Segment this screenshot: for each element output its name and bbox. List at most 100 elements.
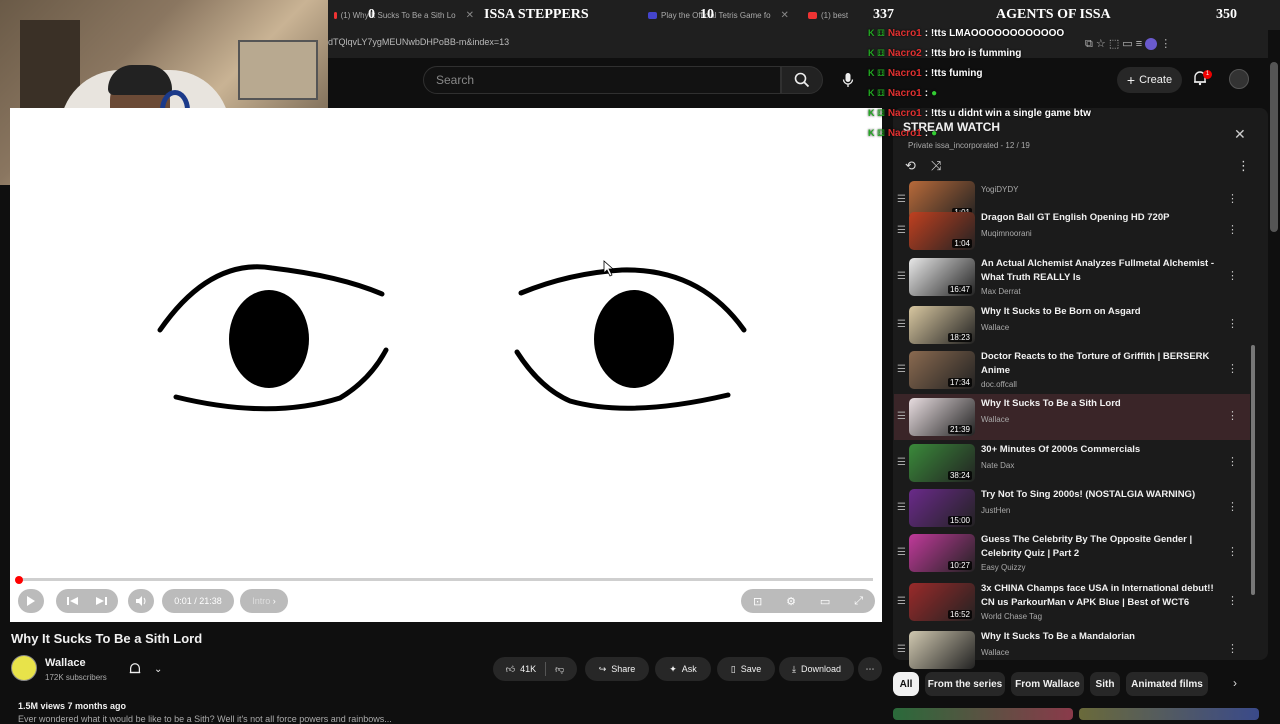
video-thumbnail[interactable]: 38:24 (909, 444, 975, 482)
drag-handle-icon[interactable]: ☰ (897, 457, 906, 468)
more-vert-icon[interactable]: ⋮ (1227, 362, 1238, 375)
playlist-menu-icon[interactable]: ⋮ (1237, 158, 1250, 174)
more-vert-icon[interactable]: ⋮ (1227, 545, 1238, 558)
playlist-item[interactable]: ☰ 15:00 Try Not To Sing 2000s! (NOSTALGIA … (894, 485, 1250, 531)
recommendation-thumb[interactable] (1079, 708, 1259, 720)
settings-gear-icon[interactable]: ⚙ (786, 595, 796, 608)
drag-handle-icon[interactable]: ☰ (897, 596, 906, 607)
more-vert-icon[interactable]: ⋮ (1227, 223, 1238, 236)
play-button[interactable] (18, 589, 44, 613)
recommendation-thumb[interactable] (893, 708, 1073, 720)
playlist-item[interactable]: ☰ 18:23 Why It Sucks to Be Born on Asgard W… (894, 302, 1250, 348)
subscribed-bell-button[interactable]: ⌄ (128, 657, 178, 681)
video-thumbnail[interactable] (909, 631, 975, 669)
search-button[interactable] (781, 66, 823, 94)
channel-avatar[interactable] (11, 655, 37, 681)
player-right-controls[interactable]: ⊡ ⚙ ▭ ⤢ (741, 589, 875, 613)
chat-username: Nacro2 (887, 48, 922, 59)
video-player[interactable] (10, 108, 882, 622)
chat-text: : !tts LMAOOOOOOOOOOOO (924, 28, 1065, 39)
fullscreen-icon[interactable]: ⤢ (854, 595, 863, 608)
tab-tetris[interactable]: Play the Official Tetris Game fo ✕ (648, 4, 793, 26)
drag-handle-icon[interactable]: ☰ (897, 547, 906, 558)
playlist-item[interactable]: ☰ 16:52 3x CHINA Champs face USA in Intern… (894, 579, 1250, 625)
theater-mode-icon[interactable]: ▭ (820, 595, 830, 608)
playlist-item-channel: Max Derrat (981, 287, 1021, 296)
playlist-item[interactable]: ☰ 16:47 An Actual Alchemist Analyzes Fullm… (894, 254, 1250, 300)
video-thumbnail[interactable]: 1:04 (909, 212, 975, 250)
chevron-right-icon[interactable]: › (1233, 676, 1237, 690)
video-thumbnail[interactable]: 15:00 (909, 489, 975, 527)
more-vert-icon[interactable]: ⋮ (1227, 500, 1238, 513)
playlist-item-channel: doc.offcall (981, 380, 1017, 389)
drag-handle-icon[interactable]: ☰ (897, 411, 906, 422)
close-icon[interactable]: ✕ (781, 10, 789, 21)
volume-button[interactable] (128, 589, 154, 613)
close-icon[interactable]: ✕ (466, 10, 474, 21)
tab-best[interactable]: (1) best (808, 4, 868, 26)
chip[interactable]: Sith (1090, 672, 1120, 696)
more-vert-icon[interactable]: ⋮ (1227, 409, 1238, 422)
chapter-button[interactable]: Intro › (240, 589, 288, 613)
download-button[interactable]: ⤓ Download (779, 657, 854, 681)
drag-handle-icon[interactable]: ☰ (897, 502, 906, 513)
chip[interactable]: Animated films (1126, 672, 1208, 696)
video-thumbnail[interactable]: 18:23 (909, 306, 975, 344)
playlist-item[interactable]: ☰ 17:34 Doctor Reacts to the Torture of Gr… (894, 347, 1250, 393)
video-thumbnail[interactable]: 21:39 (909, 398, 975, 436)
drag-handle-icon[interactable]: ☰ (897, 319, 906, 330)
chip[interactable]: All (893, 672, 919, 696)
more-vert-icon[interactable]: ⋮ (1227, 269, 1238, 282)
progress-bar[interactable] (18, 578, 873, 581)
drag-handle-icon[interactable]: ☰ (897, 364, 906, 375)
chip[interactable]: From the series (925, 672, 1005, 696)
playlist-item-title: Why It Sucks to Be Born on Asgard (981, 306, 1141, 317)
drag-handle-icon[interactable]: ☰ (897, 644, 906, 655)
chat-username: Nacro1 (887, 128, 922, 139)
save-button[interactable]: ▯ Save (717, 657, 775, 681)
shuffle-icon[interactable]: ⤨ (931, 158, 941, 174)
drag-handle-icon[interactable]: ☰ (897, 225, 906, 236)
video-thumbnail[interactable]: 16:52 (909, 583, 975, 621)
more-vert-icon[interactable]: ⋮ (1227, 594, 1238, 607)
chat-message: K ⚅ Nacro1: !tts u didnt win a single gam… (868, 108, 1091, 119)
video-thumbnail[interactable]: 10:27 (909, 534, 975, 572)
playlist-scroll-thumb[interactable] (1251, 345, 1255, 595)
thumbs-down-icon[interactable]: 👎︎ (555, 664, 564, 675)
video-description[interactable]: Ever wondered what it would be like to b… (18, 714, 392, 724)
ask-button[interactable]: ✦ Ask (655, 657, 711, 681)
playlist-item[interactable]: ☰ Why It Sucks To Be a Mandalorian Wallace… (894, 627, 1250, 673)
loop-icon[interactable]: ⟲ (905, 158, 916, 174)
tab-current[interactable]: (1) Why It Sucks To Be a Sith Lo ✕ (334, 4, 474, 26)
stream-chat-overlay: K ⚅ Nacro1: !tts LMAOOOOOOOOOOOO K ⚅ Nacro2… (868, 28, 1280, 148)
share-button[interactable]: ↪ Share (585, 657, 649, 681)
tab-label: (1) best (821, 10, 849, 20)
more-vert-icon[interactable]: ⋮ (1227, 317, 1238, 330)
chip[interactable]: From Wallace (1011, 672, 1084, 696)
youtube-icon (334, 11, 337, 19)
voice-search-button[interactable] (834, 66, 862, 94)
playlist-item-title: Dragon Ball GT English Opening HD 720P (981, 212, 1170, 223)
video-thumbnail[interactable]: 16:47 (909, 258, 975, 296)
playlist-item[interactable]: ☰ 10:27 Guess The Celebrity By The Opposit… (894, 530, 1250, 576)
progress-scrubber[interactable] (15, 576, 23, 584)
channel-name[interactable]: Wallace (45, 657, 86, 669)
playlist-item[interactable]: ☰ 38:24 30+ Minutes Of 2000s Commercials Na… (894, 440, 1250, 486)
more-vert-icon[interactable]: ⋮ (1227, 192, 1238, 205)
playlist-item[interactable]: ☰ 21:39 Why It Sucks To Be a Sith Lord Wall… (894, 394, 1250, 440)
score-d: 350 (1216, 7, 1237, 22)
chat-text: : (924, 88, 929, 99)
video-thumbnail[interactable]: 17:34 (909, 351, 975, 389)
drag-handle-icon[interactable]: ☰ (897, 194, 906, 205)
playlist-item-channel: World Chase Tag (981, 612, 1043, 621)
captions-icon[interactable]: ⊡ (753, 595, 762, 608)
playlist-item[interactable]: ☰ 1:04 Dragon Ball GT English Opening HD 7… (894, 208, 1250, 254)
more-vert-icon[interactable]: ⋮ (1227, 455, 1238, 468)
sparkle-icon: ✦ (669, 663, 677, 674)
like-dislike-button[interactable]: 👍︎ 41K 👎︎ (493, 657, 577, 681)
more-actions-button[interactable]: ⋯ (858, 657, 882, 681)
drag-handle-icon[interactable]: ☰ (897, 271, 906, 282)
prev-next-controls[interactable] (56, 589, 118, 613)
search-input[interactable]: Search (423, 66, 781, 94)
more-vert-icon[interactable]: ⋮ (1227, 642, 1238, 655)
